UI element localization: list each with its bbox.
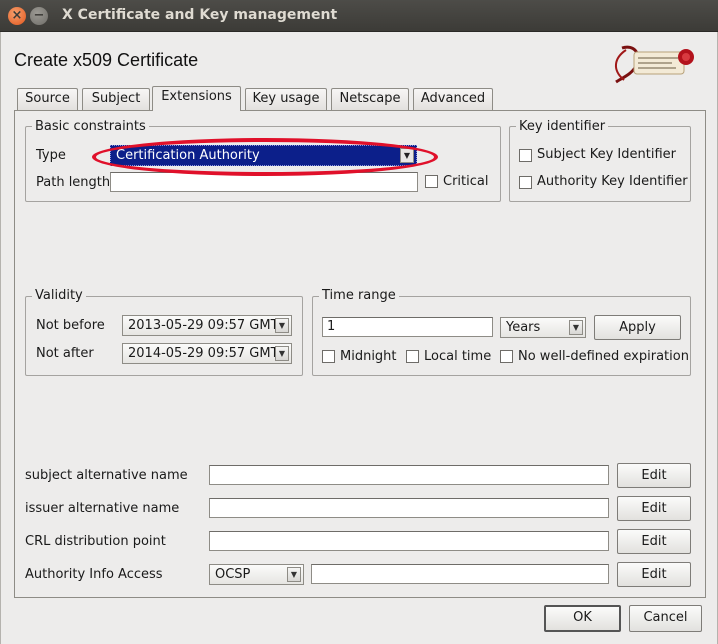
type-label: Type bbox=[36, 148, 66, 163]
authority-info-access-edit-button[interactable]: Edit bbox=[617, 562, 691, 587]
tab-source[interactable]: Source bbox=[17, 88, 78, 110]
midnight-checkbox[interactable] bbox=[322, 350, 335, 363]
tab-advanced[interactable]: Advanced bbox=[413, 88, 493, 110]
window-close-button[interactable]: × bbox=[8, 7, 26, 25]
subject-alt-name-label: subject alternative name bbox=[25, 468, 188, 483]
no-expiration-checkbox[interactable] bbox=[500, 350, 513, 363]
key-identifier-title: Key identifier bbox=[516, 120, 609, 134]
authority-key-identifier-checkbox[interactable] bbox=[519, 176, 532, 189]
critical-label: Critical bbox=[443, 174, 489, 189]
issuer-alt-name-edit-button[interactable]: Edit bbox=[617, 496, 691, 521]
validity-title: Validity bbox=[32, 289, 86, 303]
not-before-label: Not before bbox=[36, 318, 105, 333]
subject-alt-name-edit-button[interactable]: Edit bbox=[617, 463, 691, 488]
minimize-icon: − bbox=[33, 8, 45, 23]
not-before-value: 2013-05-29 09:57 GMT bbox=[128, 318, 279, 333]
authority-info-access-label: Authority Info Access bbox=[25, 567, 163, 582]
midnight-label: Midnight bbox=[340, 349, 397, 364]
chevron-down-icon: ▼ bbox=[569, 320, 583, 335]
issuer-alt-name-label: issuer alternative name bbox=[25, 501, 180, 516]
critical-checkbox[interactable] bbox=[425, 175, 438, 188]
time-range-title: Time range bbox=[319, 289, 399, 303]
not-after-label: Not after bbox=[36, 346, 94, 361]
no-expiration-label: No well-defined expiration bbox=[518, 349, 689, 364]
crl-distribution-point-label: CRL distribution point bbox=[25, 534, 166, 549]
local-time-checkbox[interactable] bbox=[406, 350, 419, 363]
time-range-unit-value: Years bbox=[506, 320, 541, 335]
crl-distribution-point-input[interactable] bbox=[209, 531, 609, 551]
authority-key-identifier-label: Authority Key Identifier bbox=[537, 174, 688, 189]
tab-key-usage[interactable]: Key usage bbox=[245, 88, 327, 110]
authority-info-access-method-value: OCSP bbox=[215, 567, 251, 582]
apply-button[interactable]: Apply bbox=[594, 315, 681, 340]
not-before-datetime-picker[interactable]: 2013-05-29 09:57 GMT ▼ bbox=[122, 315, 292, 336]
close-icon: × bbox=[11, 8, 23, 23]
validity-group bbox=[25, 296, 303, 376]
tab-extensions[interactable]: Extensions bbox=[152, 86, 241, 111]
path-length-input[interactable] bbox=[110, 172, 418, 192]
path-length-label: Path length bbox=[36, 175, 111, 190]
window-minimize-button[interactable]: − bbox=[30, 7, 48, 25]
tab-netscape[interactable]: Netscape bbox=[331, 88, 409, 110]
ok-button[interactable]: OK bbox=[544, 605, 621, 632]
basic-constraints-title: Basic constraints bbox=[32, 120, 149, 134]
chevron-down-icon: ▼ bbox=[287, 567, 301, 582]
subject-key-identifier-checkbox[interactable] bbox=[519, 149, 532, 162]
subject-key-identifier-label: Subject Key Identifier bbox=[537, 147, 676, 162]
not-after-value: 2014-05-29 09:57 GMT bbox=[128, 346, 279, 361]
cancel-button[interactable]: Cancel bbox=[629, 605, 702, 632]
window-title: X Certificate and Key management bbox=[62, 7, 338, 23]
local-time-label: Local time bbox=[424, 349, 492, 364]
issuer-alt-name-input[interactable] bbox=[209, 498, 609, 518]
app-logo-icon bbox=[615, 45, 694, 84]
chevron-down-icon: ▼ bbox=[275, 318, 289, 333]
dialog-heading: Create x509 Certificate bbox=[14, 50, 199, 70]
authority-info-access-input[interactable] bbox=[311, 564, 609, 584]
time-range-unit-select[interactable]: Years ▼ bbox=[500, 317, 586, 338]
subject-alt-name-input[interactable] bbox=[209, 465, 609, 485]
authority-info-access-method-select[interactable]: OCSP ▼ bbox=[209, 564, 304, 585]
chevron-down-icon: ▼ bbox=[400, 148, 414, 163]
chevron-down-icon: ▼ bbox=[275, 346, 289, 361]
not-after-datetime-picker[interactable]: 2014-05-29 09:57 GMT ▼ bbox=[122, 343, 292, 364]
time-range-amount-input[interactable]: 1 bbox=[322, 317, 493, 337]
key-identifier-group bbox=[509, 126, 691, 202]
tab-subject[interactable]: Subject bbox=[82, 88, 150, 110]
crl-distribution-point-edit-button[interactable]: Edit bbox=[617, 529, 691, 554]
type-select-value: Certification Authority bbox=[116, 148, 260, 163]
type-select[interactable]: Certification Authority ▼ bbox=[110, 145, 417, 166]
window-titlebar[interactable]: × − X Certificate and Key management bbox=[0, 0, 718, 32]
